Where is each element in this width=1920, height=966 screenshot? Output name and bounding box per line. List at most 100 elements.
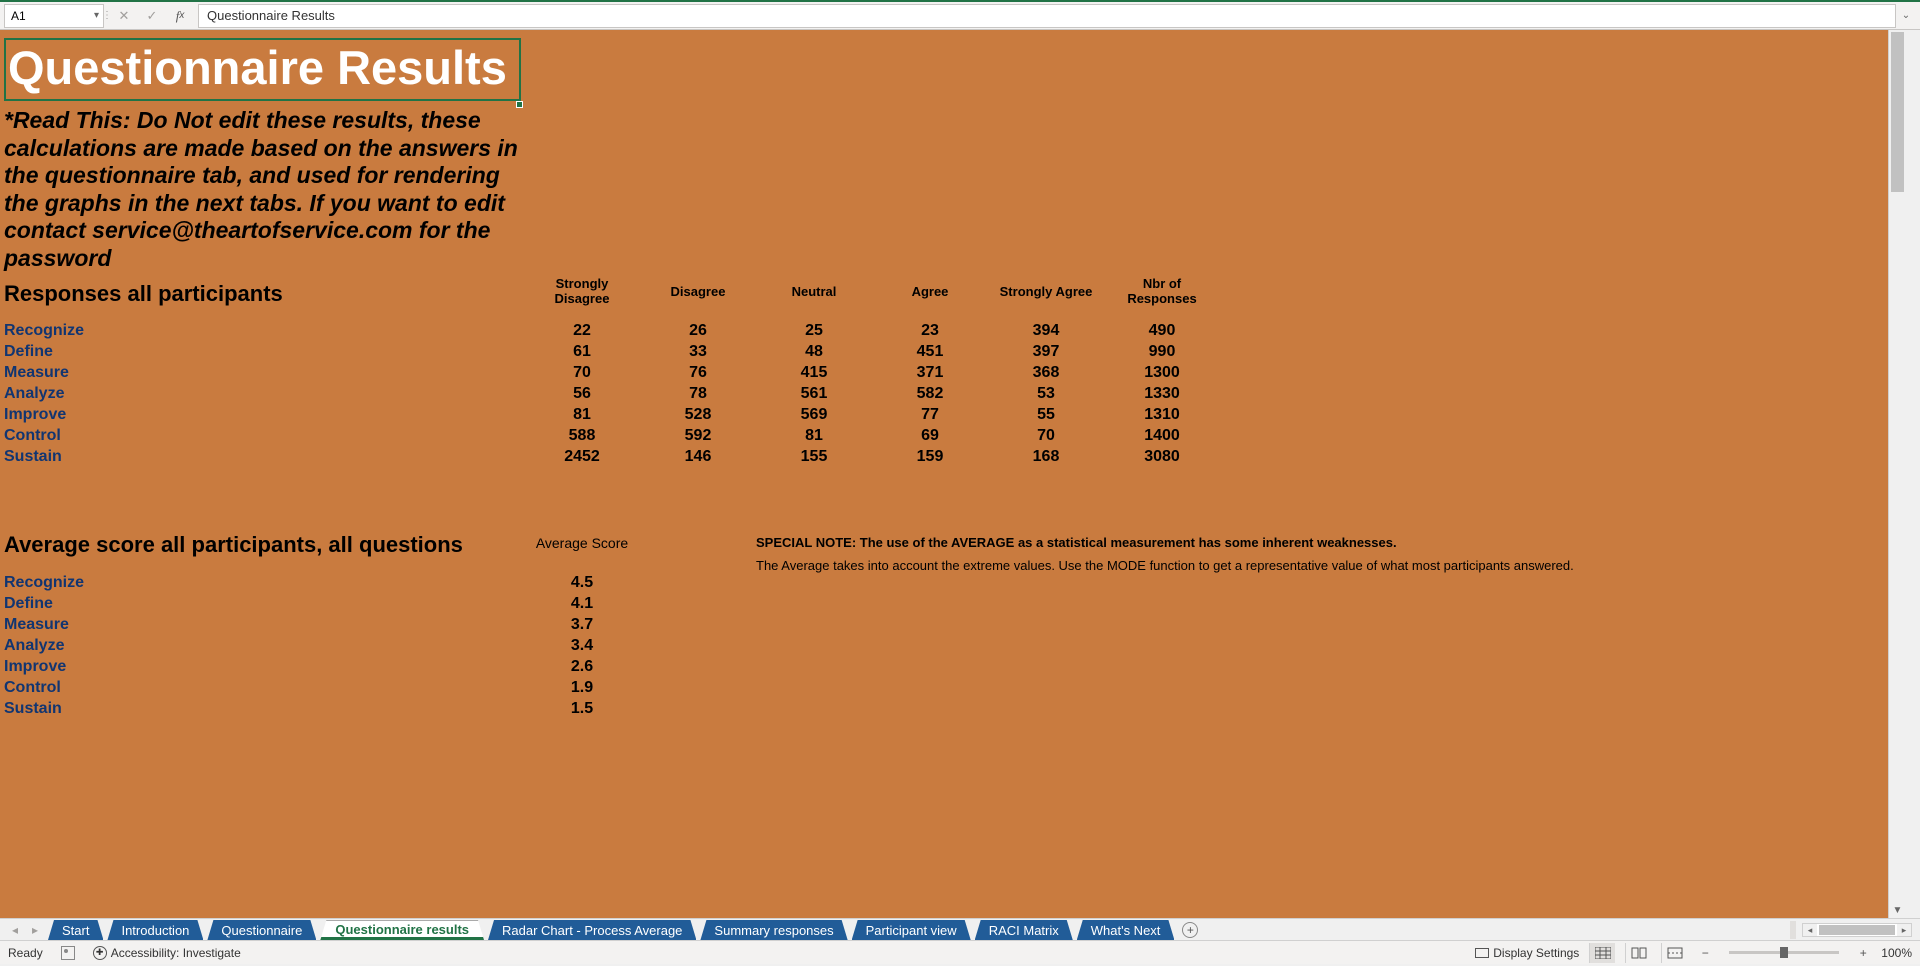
view-normal-button[interactable] [1589,943,1615,963]
col-neutral: Neutral [756,277,872,307]
sheet-tab-introduction[interactable]: Introduction [107,920,203,940]
table-row: Improve2.6 [4,657,1574,678]
val-disagree: 78 [640,384,756,405]
row-label: Define [4,342,524,363]
val-nbr-responses: 990 [1104,342,1220,363]
row-label: Analyze [4,384,524,405]
status-ready: Ready [8,946,43,960]
val-strongly-disagree: 61 [524,342,640,363]
tab-splitter[interactable] [1790,921,1796,939]
scrollbar-thumb[interactable] [1891,32,1904,192]
val-avg-score: 2.6 [524,657,640,678]
macro-record-icon[interactable] [61,946,75,960]
cancel-formula-button[interactable]: ✕ [110,4,138,28]
sheet-tab-participant-view[interactable]: Participant view [852,920,971,940]
val-strongly-disagree: 588 [524,426,640,447]
avg-header: Average score all participants, all ques… [4,532,524,558]
zoom-slider-knob[interactable] [1780,947,1788,958]
val-strongly-disagree: 2452 [524,447,640,468]
h-scrollbar-thumb[interactable] [1819,925,1895,935]
scroll-right-icon[interactable]: ▸ [1897,924,1911,936]
special-note-bold: SPECIAL NOTE: The use of the AVERAGE as … [756,528,1574,558]
name-box-value: A1 [11,9,26,23]
val-neutral: 415 [756,363,872,384]
zoom-slider[interactable] [1729,951,1839,954]
val-neutral: 155 [756,447,872,468]
scroll-down-icon[interactable]: ▼ [1889,902,1906,918]
grid-icon [1595,947,1611,959]
plus-icon: + [1182,922,1198,938]
val-neutral: 25 [756,321,872,342]
val-strongly-disagree: 81 [524,405,640,426]
sheet-tab-what-s-next[interactable]: What's Next [1077,920,1175,940]
view-page-break-button[interactable] [1661,943,1687,963]
col-strongly-agree: Strongly Agree [988,277,1104,307]
expand-formula-bar-button[interactable]: ⌄ [1896,10,1916,21]
table-row: Control1.9 [4,678,1574,699]
val-nbr-responses: 1330 [1104,384,1220,405]
sheet-tab-questionnaire-results[interactable]: Questionnaire results [320,920,484,940]
col-agree: Agree [872,277,988,307]
new-sheet-button[interactable]: + [1176,920,1204,940]
val-avg-score: 4.1 [524,594,640,615]
worksheet[interactable]: Questionnaire Results *Read This: Do Not… [0,30,1888,918]
val-strongly-disagree: 56 [524,384,640,405]
page-layout-icon [1631,947,1647,959]
row-label: Define [4,594,524,615]
responses-header: Responses all participants [4,281,524,307]
cell-a1-title[interactable]: Questionnaire Results [4,38,521,101]
special-note-text: The Average takes into account the extre… [756,558,1574,573]
table-row: Recognize4.5 [4,573,1574,594]
col-strongly-disagree: StronglyDisagree [524,277,640,307]
val-disagree: 33 [640,342,756,363]
formula-input[interactable]: Questionnaire Results [198,4,1896,28]
name-box[interactable]: A1 ▾ [4,4,104,28]
status-bar: Ready ✚ Accessibility: Investigate Displ… [0,940,1920,964]
sheet-tabs: ◂ ▸ StartIntroductionQuestionnaireQuesti… [0,918,1920,940]
val-neutral: 48 [756,342,872,363]
insert-function-button[interactable]: fx [166,4,194,28]
val-agree: 451 [872,342,988,363]
val-disagree: 76 [640,363,756,384]
accessibility-button[interactable]: ✚ Accessibility: Investigate [93,946,241,960]
table-row: Measure3.7 [4,615,1574,636]
zoom-out-button[interactable]: − [1697,946,1713,960]
sheet-tab-start[interactable]: Start [48,920,103,940]
horizontal-scrollbar[interactable]: ◂ ▸ [1802,923,1912,937]
val-strongly-agree: 368 [988,363,1104,384]
val-strongly-disagree: 70 [524,363,640,384]
sheet-tab-summary-responses[interactable]: Summary responses [700,920,847,940]
display-settings-button[interactable]: Display Settings [1475,946,1579,960]
col-nbr-responses: Nbr ofResponses [1104,277,1220,307]
zoom-in-button[interactable]: + [1855,946,1871,960]
accessibility-label: Accessibility: Investigate [111,946,241,960]
val-agree: 371 [872,363,988,384]
tab-nav-prev[interactable]: ▸ [26,920,44,940]
scroll-left-icon[interactable]: ◂ [1803,924,1817,936]
val-avg-score: 1.5 [524,699,640,720]
sheet-tab-radar-chart-process-average[interactable]: Radar Chart - Process Average [488,920,696,940]
row-label: Analyze [4,636,524,657]
val-strongly-agree: 168 [988,447,1104,468]
fill-handle[interactable] [516,101,523,108]
val-nbr-responses: 1310 [1104,405,1220,426]
row-label: Control [4,426,524,447]
val-disagree: 26 [640,321,756,342]
zoom-level[interactable]: 100% [1881,946,1912,960]
accessibility-icon: ✚ [93,946,107,960]
accept-formula-button[interactable]: ✓ [138,4,166,28]
table-row: Control5885928169701400 [4,426,1220,447]
val-agree: 77 [872,405,988,426]
row-label: Measure [4,615,524,636]
row-label: Measure [4,363,524,384]
sheet-tab-questionnaire[interactable]: Questionnaire [207,920,316,940]
view-page-layout-button[interactable] [1625,943,1651,963]
val-neutral: 561 [756,384,872,405]
page-break-icon [1667,947,1683,959]
val-avg-score: 1.9 [524,678,640,699]
vertical-scrollbar[interactable]: ▲ ▼ [1888,30,1906,918]
readme-note: *Read This: Do Not edit these results, t… [4,107,524,273]
table-row: Analyze5678561582531330 [4,384,1220,405]
tab-nav-first[interactable]: ◂ [6,920,24,940]
sheet-tab-raci-matrix[interactable]: RACI Matrix [975,920,1073,940]
